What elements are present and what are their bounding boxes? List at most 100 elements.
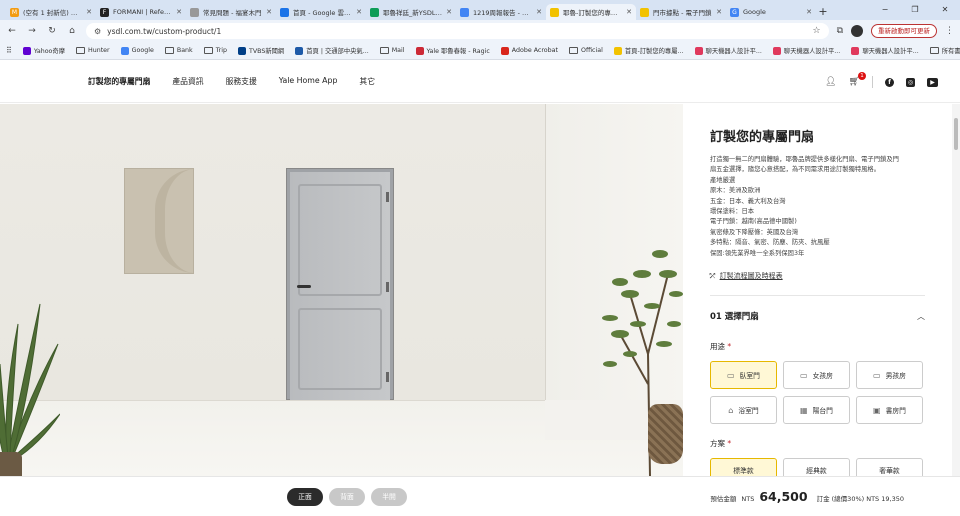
- usage-option[interactable]: ▦ 陽台門: [783, 396, 850, 425]
- plan-label-text: 方案: [710, 439, 725, 449]
- bookmark-item[interactable]: 聊天機器人設計平...: [851, 46, 919, 55]
- browser-tab[interactable]: 門市據點 - 電子門鎖 ✕: [636, 4, 726, 20]
- bookmark-label: 首頁-訂製您的專屬...: [624, 48, 684, 55]
- bookmark-item[interactable]: 首頁-訂製您的專屬...: [613, 46, 684, 55]
- usage-option[interactable]: ▭ 男孩房: [856, 361, 923, 390]
- description-line: 五金：日本、義大利及台灣: [710, 197, 786, 205]
- tab-close-icon[interactable]: ✕: [86, 8, 92, 16]
- usage-option[interactable]: ▭ 女孩房: [783, 361, 850, 390]
- bookmark-item[interactable]: Yale 耶魯春報 - Ragic: [415, 46, 490, 55]
- tab-close-icon[interactable]: ✕: [176, 8, 182, 16]
- bookmark-favicon-icon: [851, 46, 860, 55]
- update-button[interactable]: 重新啟動即可更新: [871, 24, 937, 38]
- close-window-button[interactable]: ✕: [930, 0, 960, 20]
- instagram-icon[interactable]: ◎: [906, 77, 915, 87]
- bookmark-item[interactable]: Google: [120, 46, 154, 55]
- usage-option[interactable]: ▭ 臥室門: [710, 361, 777, 390]
- plan-option[interactable]: 標準款: [710, 458, 777, 476]
- bookmark-item[interactable]: TVBS新聞網: [237, 46, 285, 55]
- reload-icon[interactable]: ↻: [46, 26, 58, 36]
- browser-tab[interactable]: 耶魯-訂製您的專屬門 ✕: [546, 4, 636, 20]
- bookmark-item[interactable]: Mail: [379, 46, 405, 55]
- url-text[interactable]: ysdl.com.tw/custom-product/1: [107, 27, 806, 36]
- nav-support[interactable]: 服務支援: [226, 76, 257, 87]
- bookmark-item[interactable]: Yahoo奇摩: [22, 46, 65, 55]
- bookmark-item[interactable]: Bank: [164, 46, 193, 55]
- tab-strip: M(空有 1 封新信) Mail✕FFORMANI | Reference✕常見…: [6, 0, 816, 20]
- browser-tab[interactable]: G Google ✕: [726, 4, 816, 20]
- bookmark-item[interactable]: Adobe Acrobat: [500, 46, 558, 55]
- plan-option[interactable]: 經典款: [783, 458, 850, 476]
- process-link[interactable]: ⤱ 訂製流程圖及時程表: [710, 271, 925, 281]
- browser-tab-bar: M(空有 1 封新信) Mail✕FFORMANI | Reference✕常見…: [0, 0, 960, 20]
- tab-favicon-icon: [190, 7, 199, 17]
- bookmark-item[interactable]: 聊天機器人設計平...: [772, 46, 840, 55]
- nav-other[interactable]: 其它: [359, 76, 375, 87]
- bookmark-favicon-icon: [772, 46, 781, 55]
- user-icon[interactable]: 👤︎: [825, 77, 836, 87]
- nav-yale-home-app[interactable]: Yale Home App: [279, 76, 338, 87]
- bookmark-item[interactable]: Official: [569, 46, 603, 55]
- extensions-icon[interactable]: ⧉: [837, 26, 843, 36]
- view-button[interactable]: 正面: [287, 488, 323, 506]
- tab-close-icon[interactable]: ✕: [806, 8, 812, 16]
- bookmark-favicon-icon: [415, 46, 424, 55]
- tab-close-icon[interactable]: ✕: [626, 8, 632, 16]
- step-1-header[interactable]: 01 選擇門扇 ︿: [710, 310, 925, 323]
- minimize-button[interactable]: −: [870, 0, 900, 20]
- chevron-up-icon[interactable]: ︿: [917, 311, 925, 322]
- browser-tab[interactable]: 耶魯祥廷_新YSDL_sh ✕: [366, 4, 456, 20]
- browser-tab[interactable]: M (空有 1 封新信) Mail ✕: [6, 4, 96, 20]
- maximize-button[interactable]: ❐: [900, 0, 930, 20]
- profile-avatar[interactable]: [851, 25, 863, 37]
- site-nav: 訂製您的專屬門扇 產品資訊 服務支援 Yale Home App 其它: [88, 76, 375, 87]
- bookmark-favicon-icon: [22, 46, 31, 55]
- url-bar[interactable]: ⚙ ysdl.com.tw/custom-product/1 ☆: [86, 23, 829, 39]
- bookmark-item[interactable]: Hunter: [76, 46, 110, 55]
- tab-title: 耶魯祥廷_新YSDL_sh: [383, 9, 443, 17]
- tab-title: FORMANI | Reference: [113, 8, 172, 16]
- nav-custom-door[interactable]: 訂製您的專屬門扇: [88, 76, 150, 87]
- view-button[interactable]: 半開: [371, 488, 407, 506]
- bookmark-item[interactable]: 首頁 | 交通部中央氣...: [295, 46, 369, 55]
- menu-icon[interactable]: ⋮: [945, 26, 954, 36]
- tab-close-icon[interactable]: ✕: [356, 8, 362, 16]
- browser-tab[interactable]: 1219周報報告 - Goo ✕: [456, 4, 546, 20]
- page-scrollbar[interactable]: [952, 104, 960, 476]
- back-icon[interactable]: ←: [6, 26, 18, 36]
- new-tab-button[interactable]: +: [816, 5, 830, 18]
- bookmark-item[interactable]: Trip: [203, 46, 227, 55]
- site-header: 訂製您的專屬門扇 產品資訊 服務支援 Yale Home App 其它 👤︎ 🛒…: [0, 61, 960, 103]
- apps-icon[interactable]: ⠿: [6, 46, 12, 55]
- site-info-icon[interactable]: ⚙: [94, 27, 101, 36]
- header-icons: 👤︎ 🛒︎ 1 f ◎ ▶: [825, 61, 938, 103]
- bookmark-label: Adobe Acrobat: [511, 47, 558, 54]
- bookmark-label: 首頁 | 交通部中央氣...: [306, 48, 369, 55]
- plan-option[interactable]: 奢華款: [856, 458, 923, 476]
- facebook-icon[interactable]: f: [885, 77, 894, 87]
- bookmark-label: TVBS新聞網: [248, 48, 285, 55]
- window-icon: ▦: [800, 405, 808, 415]
- browser-tab[interactable]: 首頁 - Google 雲端硬碟 ✕: [276, 4, 366, 20]
- tab-close-icon[interactable]: ✕: [266, 8, 272, 16]
- nav-products[interactable]: 產品資訊: [172, 76, 203, 87]
- view-button[interactable]: 背面: [329, 488, 365, 506]
- scrollbar-thumb[interactable]: [954, 118, 958, 150]
- youtube-icon[interactable]: ▶: [927, 77, 938, 87]
- browser-tab[interactable]: 常見問題 - 福宴木門 ✕: [186, 4, 276, 20]
- usage-option[interactable]: ▣ 書房門: [856, 396, 923, 425]
- cart-icon[interactable]: 🛒︎ 1: [849, 72, 866, 87]
- tab-close-icon[interactable]: ✕: [446, 8, 452, 16]
- tab-close-icon[interactable]: ✕: [716, 8, 722, 16]
- all-bookmarks[interactable]: 所有書籤: [929, 46, 960, 55]
- browser-tab[interactable]: F FORMANI | Reference ✕: [96, 4, 186, 20]
- forward-icon[interactable]: →: [26, 26, 38, 36]
- tab-close-icon[interactable]: ✕: [536, 8, 542, 16]
- cart-count-badge: 1: [858, 72, 866, 80]
- bookmark-item[interactable]: 聊天機器人設計平...: [694, 46, 762, 55]
- home-icon[interactable]: ⌂: [66, 26, 78, 36]
- plan-label: 方案 *: [710, 438, 925, 449]
- tab-title: Google: [743, 8, 766, 16]
- usage-option[interactable]: ⌂ 浴室門: [710, 396, 777, 425]
- bookmark-star-icon[interactable]: ☆: [812, 26, 820, 36]
